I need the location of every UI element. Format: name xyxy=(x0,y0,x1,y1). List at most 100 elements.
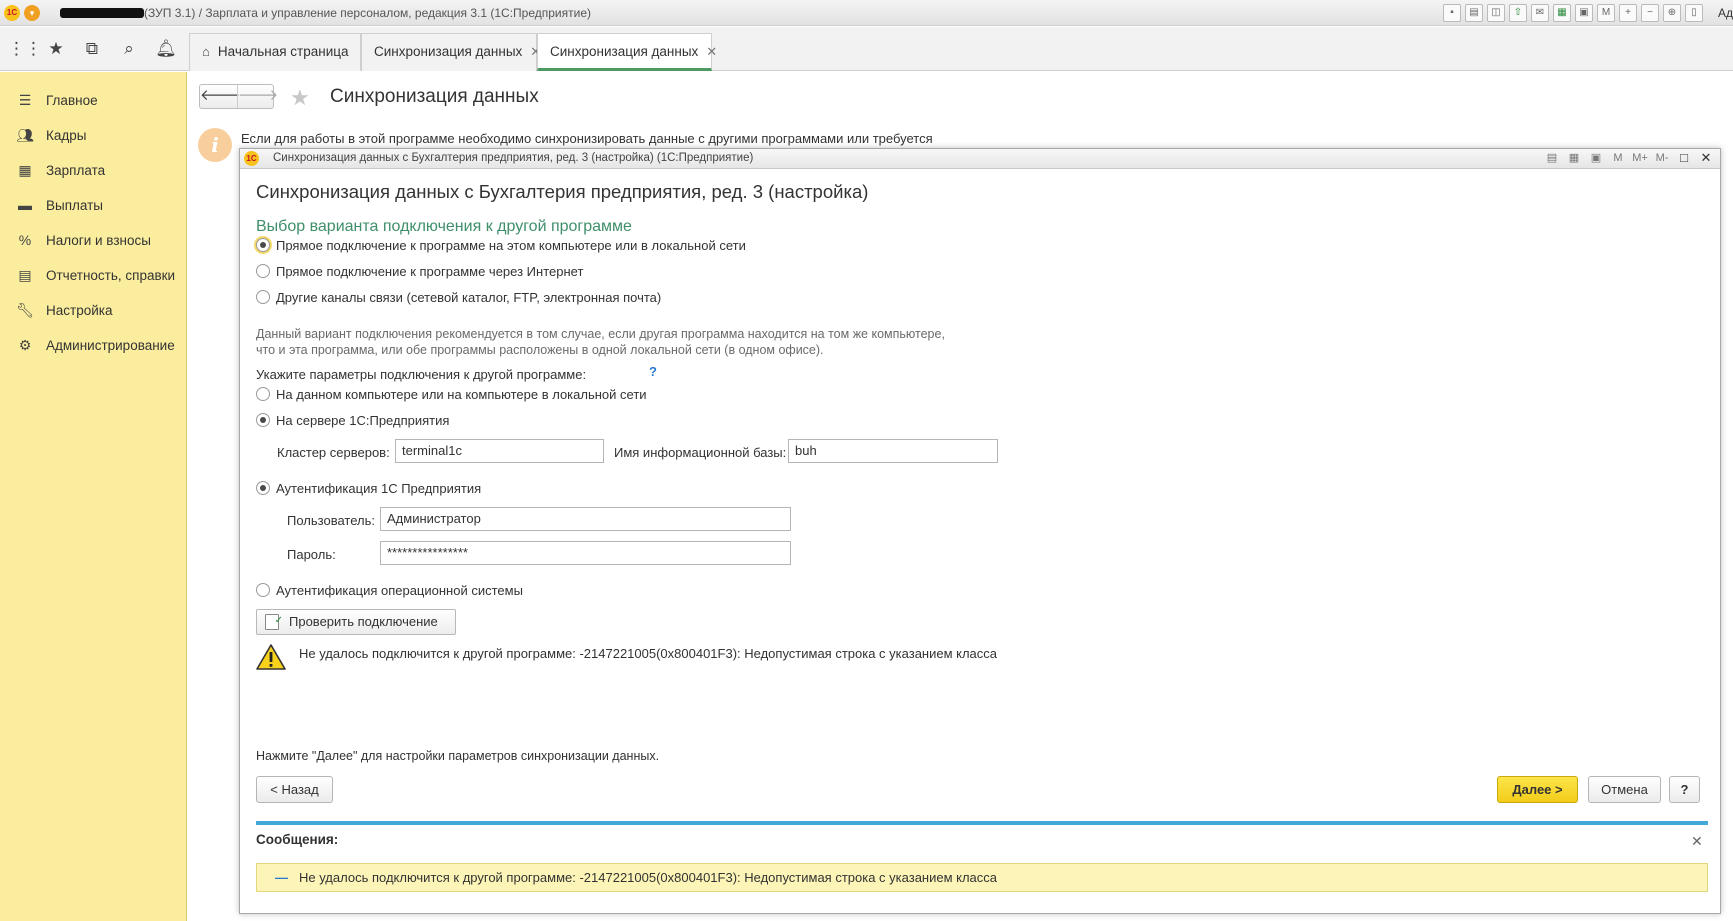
warning-message: Не удалось подключится к другой программ… xyxy=(299,646,998,661)
forward-arrow-icon[interactable]: 🡒 xyxy=(237,85,278,108)
message-item[interactable]: — Не удалось подключится к другой програм… xyxy=(256,863,1708,892)
radio-local-computer[interactable]: На данном компьютере или на компьютере в… xyxy=(256,385,647,405)
cancel-button[interactable]: Отмена xyxy=(1588,776,1661,803)
close-icon[interactable]: ✕ xyxy=(1691,833,1703,850)
calculator-icon[interactable]: ▦ xyxy=(1566,150,1582,166)
radio-auth-os[interactable]: Аутентификация операционной системы xyxy=(256,581,523,601)
sidebar-item-label: Выплаты xyxy=(46,198,103,213)
mail-icon[interactable]: ✉ xyxy=(1531,4,1549,22)
params-label: Укажите параметры подключения к другой п… xyxy=(256,367,587,382)
help-question-icon[interactable]: ? xyxy=(649,364,657,379)
save-icon[interactable]: ▪ xyxy=(1443,4,1461,22)
ib-name-label: Имя информационной базы: xyxy=(614,445,787,460)
favorite-star-icon[interactable]: ★ xyxy=(290,85,310,111)
memory-m-icon[interactable]: M xyxy=(1610,150,1626,166)
sidebar-item-hr[interactable]: 👥︎ Кадры xyxy=(16,123,86,147)
radio-button[interactable] xyxy=(256,264,270,278)
radio-1c-server[interactable]: На сервере 1С:Предприятия xyxy=(256,411,449,431)
apps-grid-icon[interactable]: ⋮⋮ xyxy=(8,37,42,61)
sidebar-item-salary[interactable]: ▦ Зарплата xyxy=(16,158,105,182)
calendar-icon[interactable]: ▣ xyxy=(1588,150,1604,166)
check-connection-button[interactable]: Проверить подключение xyxy=(256,609,456,635)
close-icon[interactable]: ✕ xyxy=(706,44,717,59)
wrench-icon: 🔧︎ xyxy=(16,302,34,318)
password-label: Пароль: xyxy=(287,547,336,562)
sidebar-item-label: Отчетность, справки xyxy=(46,268,176,283)
tab-sync-1[interactable]: Синхронизация данных ✕ xyxy=(361,33,541,71)
close-icon[interactable]: ✕ xyxy=(1698,150,1714,166)
print-icon[interactable]: ▤ xyxy=(1465,4,1483,22)
bell-icon[interactable]: 🔔︎ xyxy=(154,37,178,61)
nav-buttons: 🡐 🡒 xyxy=(199,84,278,109)
messages-title: Сообщения: xyxy=(256,832,339,847)
radio-direct-internet[interactable]: Прямое подключение к программе через Инт… xyxy=(256,262,583,282)
help-button[interactable]: ? xyxy=(1669,776,1700,803)
panel-icon[interactable]: ▯ xyxy=(1685,4,1703,22)
maximize-icon[interactable]: □ xyxy=(1676,150,1692,166)
sidebar-item-main[interactable]: ☰ Главное xyxy=(16,88,98,112)
tab-label: Синхронизация данных xyxy=(550,44,699,59)
dialog-title-bar: 1С Синхронизация данных с Бухгалтерия пр… xyxy=(240,149,1720,169)
radio-button[interactable] xyxy=(256,481,270,495)
memory-mminus-icon[interactable]: − xyxy=(1641,4,1659,22)
app-logo-icon: 1С xyxy=(4,5,20,21)
sidebar-item-taxes[interactable]: % Налоги и взносы xyxy=(16,228,151,252)
radio-button[interactable] xyxy=(256,387,270,401)
ib-name-input[interactable]: buh xyxy=(788,439,998,463)
password-input[interactable]: **************** xyxy=(380,541,791,565)
radio-label: На сервере 1С:Предприятия xyxy=(276,413,450,428)
calculator-icon[interactable]: ▦ xyxy=(1553,4,1571,22)
tab-sync-2[interactable]: Синхронизация данных ✕ xyxy=(537,33,717,71)
radio-button[interactable] xyxy=(256,238,270,252)
back-arrow-icon[interactable]: 🡐 xyxy=(200,85,240,108)
radio-label: Прямое подключение к программе на этом к… xyxy=(276,238,746,253)
message-text: Не удалось подключится к другой программ… xyxy=(299,870,998,885)
app-logo-icon: 1С xyxy=(244,151,259,166)
radio-label: Прямое подключение к программе через Инт… xyxy=(276,264,584,279)
next-hint-text: Нажмите "Далее" для настройки параметров… xyxy=(256,749,660,763)
search-icon[interactable]: ⌕ xyxy=(117,37,141,61)
sync-settings-dialog: 1С Синхронизация данных с Бухгалтерия пр… xyxy=(239,148,1721,914)
user-input[interactable]: Администратор xyxy=(380,507,791,531)
back-button[interactable]: < Назад xyxy=(256,776,333,803)
sidebar-item-settings[interactable]: 🔧︎ Настройка xyxy=(16,298,112,322)
memory-m-icon[interactable]: M xyxy=(1597,4,1615,22)
radio-direct-local[interactable]: Прямое подключение к программе на этом к… xyxy=(256,236,746,256)
dash-icon: — xyxy=(275,870,288,885)
home-icon: ⌂ xyxy=(202,44,210,59)
favorites-star-icon[interactable]: ★ xyxy=(44,37,68,61)
radio-button[interactable] xyxy=(256,583,270,597)
print-icon[interactable]: ▤ xyxy=(1544,150,1560,166)
radio-auth-1c[interactable]: Аутентификация 1С Предприятия xyxy=(256,479,481,499)
sidebar-item-label: Кадры xyxy=(46,128,87,143)
titlebar-toolbar: ▪ ▤ ◫ ⇧ ✉ ▦ ▣ M + − ⊕ ▯ xyxy=(1443,4,1703,22)
sidebar-item-label: Зарплата xyxy=(46,163,106,178)
memory-mminus-icon[interactable]: M- xyxy=(1654,150,1670,166)
sidebar-item-reports[interactable]: ▤ Отчетность, справки xyxy=(16,263,175,287)
cluster-input[interactable]: terminal1c xyxy=(395,439,604,463)
preview-icon[interactable]: ◫ xyxy=(1487,4,1505,22)
radio-other-channels[interactable]: Другие каналы связи (сетевой каталог, FT… xyxy=(256,288,661,308)
radio-button[interactable] xyxy=(256,290,270,304)
sidebar-item-label: Настройка xyxy=(46,303,113,318)
sidebar-item-admin[interactable]: ⚙ Администрирование xyxy=(16,333,175,357)
sidebar-item-payments[interactable]: ▬ Выплаты xyxy=(16,193,103,217)
zoom-icon[interactable]: ⊕ xyxy=(1663,4,1681,22)
next-button[interactable]: Далее > xyxy=(1497,776,1578,803)
calendar-icon[interactable]: ▣ xyxy=(1575,4,1593,22)
memory-mplus-icon[interactable]: + xyxy=(1619,4,1637,22)
info-icon: i xyxy=(198,128,232,162)
main-menu-icon[interactable]: ▾ xyxy=(24,5,40,21)
radio-label: Другие каналы связи (сетевой каталог, FT… xyxy=(276,290,662,305)
history-icon[interactable]: ⧉ xyxy=(80,37,104,61)
radio-button[interactable] xyxy=(256,413,270,427)
info-text: Если для работы в этой программе необход… xyxy=(241,131,933,146)
radio-label: Аутентификация 1С Предприятия xyxy=(276,481,482,496)
user-name[interactable]: Ад xyxy=(1718,6,1733,20)
dialog-subheading: Выбор варианта подключения к другой прог… xyxy=(256,218,632,235)
dialog-window-title: Синхронизация данных с Бухгалтерия предп… xyxy=(273,152,754,164)
upload-icon[interactable]: ⇧ xyxy=(1509,4,1527,22)
tab-home[interactable]: ⌂ Начальная страница xyxy=(189,33,361,71)
radio-label: На данном компьютере или на компьютере в… xyxy=(276,387,647,402)
memory-mplus-icon[interactable]: M+ xyxy=(1632,150,1648,166)
